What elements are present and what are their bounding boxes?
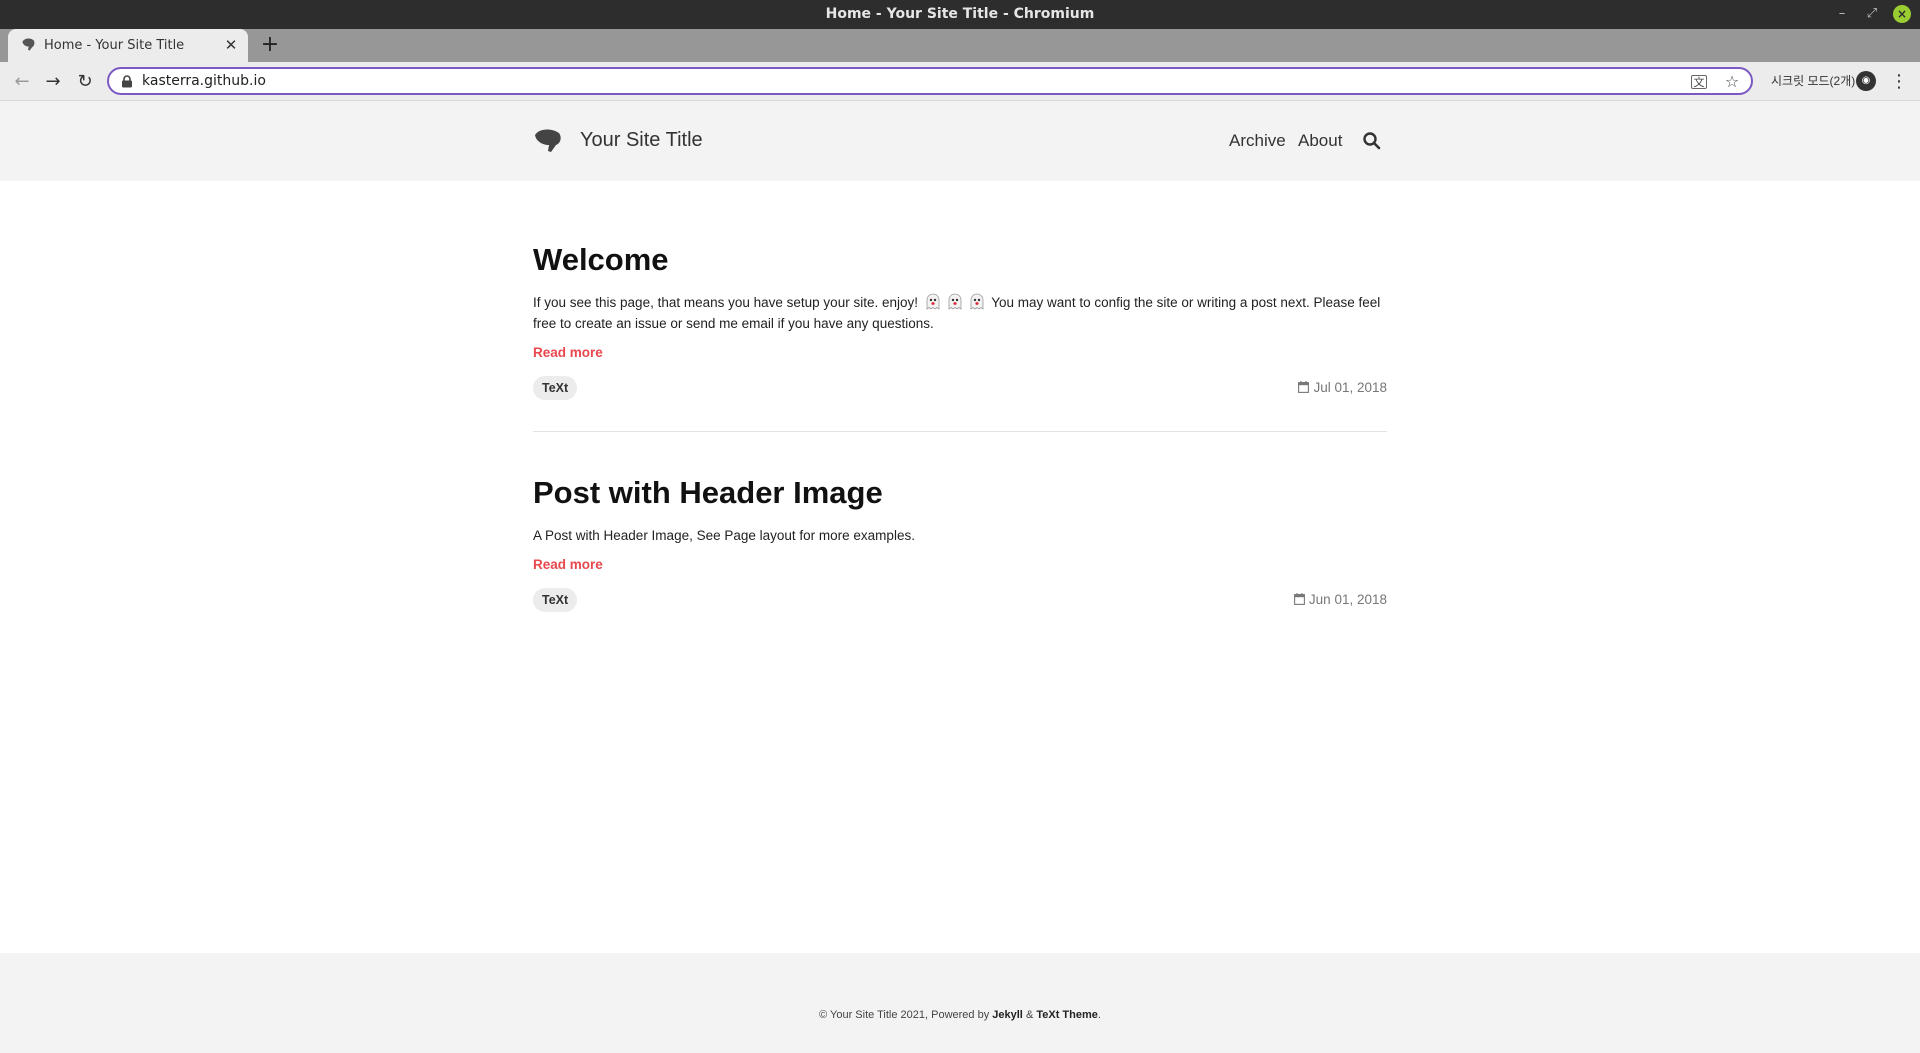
read-more-link[interactable]: Read more [533,344,1387,362]
footer-suffix: . [1097,1009,1101,1021]
close-window-button[interactable]: × [1893,5,1911,23]
footer-text: © Your Site Title 2021, Powered by Jekyl… [0,1009,1920,1021]
tag-badge[interactable]: TeXt [533,376,578,400]
forward-button[interactable]: → [41,70,65,94]
site-header: Your Site Title Archive About [0,101,1920,181]
post-date-text: Jul 01, 2018 [1313,380,1387,395]
tab-strip: Home - Your Site Title ✕ + [0,29,1920,62]
window-title: Home - Your Site Title - Chromium [825,6,1095,22]
translate-icon[interactable]: 文 [1691,75,1707,89]
site-footer: © Your Site Title 2021, Powered by Jekyl… [0,953,1920,1053]
post-meta: TeXt Jun 01, 2018 [533,588,1387,614]
footer-copyright: © Your Site Title 2021, Powered by [819,1009,990,1021]
ghost-icon [970,293,984,310]
tab-close-icon[interactable]: ✕ [222,36,240,54]
calendar-icon [1293,593,1305,605]
post-excerpt: A Post with Header Image, See Page layou… [533,528,915,543]
browser-toolbar: ← → ↻ kasterra.github.io 文 ☆ 시크릿 모드(2개) … [0,62,1920,101]
ghost-icon [948,293,962,310]
minimize-button[interactable]: – [1833,5,1851,23]
incognito-icon[interactable]: ◉ [1856,71,1876,91]
calendar-icon [1298,381,1310,393]
post-title[interactable]: Welcome [533,240,1387,280]
url-text: kasterra.github.io [142,73,266,89]
post-date-text: Jun 01, 2018 [1308,592,1387,607]
address-bar[interactable]: kasterra.github.io 文 ☆ [107,67,1753,95]
search-icon[interactable] [1362,131,1382,151]
post-title[interactable]: Post with Header Image [533,473,1387,513]
post-item: Welcome If you see this page, that means… [533,240,1387,402]
post-divider [533,431,1387,432]
maximize-button[interactable]: ⤢ [1863,5,1881,23]
ghost-icon [926,293,940,310]
excerpt-text: If you see this page, that means you hav… [533,295,918,310]
footer-theme-link[interactable]: TeXt Theme [1036,1009,1098,1021]
site-title[interactable]: Your Site Title [580,101,703,179]
tag-badge[interactable]: TeXt [533,588,578,612]
new-tab-button[interactable]: + [258,33,282,57]
footer-jekyll-link[interactable]: Jekyll [992,1009,1023,1021]
browser-menu-icon[interactable]: ⋮ [1889,70,1909,94]
lock-icon [122,75,132,88]
window-titlebar: Home - Your Site Title - Chromium – ⤢ × [0,0,1920,29]
browser-tab[interactable]: Home - Your Site Title ✕ [8,29,248,62]
back-button[interactable]: ← [10,70,34,94]
incognito-label: 시크릿 모드(2개) [1771,74,1856,88]
post-date: Jun 01, 2018 [1293,588,1387,612]
post-meta: TeXt Jul 01, 2018 [533,376,1387,402]
bookmark-star-icon[interactable]: ☆ [1722,72,1742,92]
ginkgo-leaf-icon [22,38,35,51]
reload-button[interactable]: ↻ [73,70,97,94]
post-item: Post with Header Image A Post with Heade… [533,473,1387,614]
tab-title: Home - Your Site Title [44,38,185,53]
ginkgo-leaf-icon[interactable] [533,128,563,154]
post-excerpt: If you see this page, that means you hav… [533,292,1387,334]
read-more-link[interactable]: Read more [533,556,1387,574]
nav-about-link[interactable]: About [1298,101,1342,181]
post-date: Jul 01, 2018 [1298,376,1387,400]
footer-amp: & [1025,1009,1034,1021]
nav-archive-link[interactable]: Archive [1229,101,1286,181]
